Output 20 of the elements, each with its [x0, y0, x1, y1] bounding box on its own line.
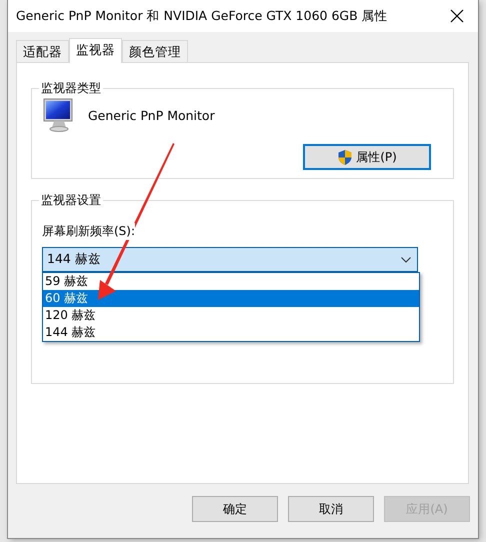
- tab[interactable]: 监视器: [69, 38, 122, 63]
- group-title: 监视器设置: [40, 192, 102, 209]
- dropdown-option[interactable]: 60 赫兹: [43, 290, 419, 307]
- group-title: 监视器类型: [40, 80, 102, 97]
- properties-button[interactable]: 属性(P): [303, 144, 431, 170]
- tab[interactable]: 颜色管理: [122, 40, 188, 62]
- refresh-rate-label: 屏幕刷新频率(S):: [42, 223, 136, 240]
- button-label: 属性(P): [356, 148, 397, 166]
- close-icon[interactable]: [450, 9, 464, 23]
- window-title: Generic PnP Monitor 和 NVIDIA GeForce GTX 1060 6GB 属性: [16, 8, 388, 24]
- refresh-rate-dropdown[interactable]: 144 赫兹: [42, 247, 418, 272]
- dialog-button[interactable]: 确定: [192, 496, 278, 522]
- dropdown-option[interactable]: 144 赫兹: [43, 324, 419, 341]
- caret-icon: [401, 256, 411, 262]
- dialog-button[interactable]: 取消: [288, 496, 374, 522]
- dropdown-option[interactable]: 59 赫兹: [43, 273, 419, 290]
- monitor-name: Generic PnP Monitor: [88, 108, 215, 122]
- tab[interactable]: 适配器: [16, 40, 69, 62]
- shield-icon: [337, 148, 354, 166]
- dropdown-option[interactable]: 120 赫兹: [43, 307, 419, 324]
